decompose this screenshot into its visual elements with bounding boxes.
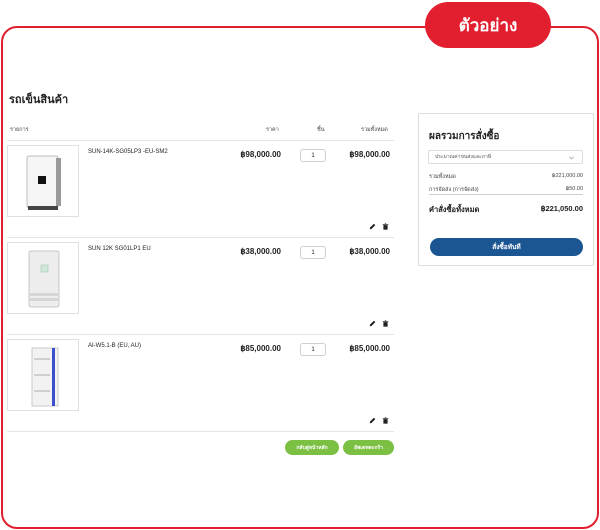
update-cart-button[interactable]: อัพเดทตะกร้า [343, 440, 394, 455]
inverter-gray-icon [28, 250, 60, 308]
summary-divider [429, 194, 583, 195]
product-image[interactable] [7, 339, 79, 411]
checkout-button[interactable]: สั่งซื้อทันที [430, 238, 583, 256]
edit-icon[interactable] [369, 223, 376, 230]
product-image[interactable] [7, 145, 79, 217]
cart-row: SUN 12K SG01LP1 EU ฿38,000.00 1 ฿38,000.… [7, 238, 394, 335]
back-to-home-button[interactable]: กลับสู่หน้าหลัก [285, 440, 339, 455]
subtotal-value: ฿221,000.00 [551, 173, 583, 179]
inverter-black-screen-icon [26, 155, 61, 210]
subtotal-label: รวมทั้งหมด [429, 174, 456, 180]
product-price: ฿85,000.00 [240, 344, 281, 353]
subtotal-row: รวมทั้งหมด ฿221,000.00 [429, 173, 583, 181]
product-total: ฿85,000.00 [349, 344, 390, 353]
cart-row: SUN-14K-SG05LP3 -EU-SM2 ฿98,000.00 1 ฿98… [7, 141, 394, 238]
shipping-value: ฿50.00 [565, 186, 583, 192]
grand-total-row: คำสั่งซื้อทั้งหมด ฿221,050.00 [429, 204, 583, 216]
summary-title: ผลรวมการสั่งซื้อ [429, 131, 500, 142]
product-price: ฿98,000.00 [240, 150, 281, 159]
product-price: ฿38,000.00 [240, 247, 281, 256]
product-total: ฿38,000.00 [349, 247, 390, 256]
grand-total-value: ฿221,050.00 [540, 204, 583, 213]
battery-rack-icon [31, 347, 59, 407]
product-name[interactable]: SUN 12K SG01LP1 EU [88, 246, 151, 252]
quantity-input[interactable]: 1 [300, 149, 326, 162]
edit-icon[interactable] [369, 417, 376, 424]
column-header-price: ราคา [266, 127, 279, 133]
trash-icon[interactable] [382, 223, 389, 230]
shipping-estimate-select[interactable]: ประมาณค่าขนส่งและภาษี [428, 150, 583, 164]
sample-badge-label: ตัวอย่าง [458, 15, 518, 36]
column-header-item: รายการ [10, 127, 29, 133]
shipping-row: การจัดส่ง (การจัดส่ง) ฿50.00 [429, 186, 583, 194]
trash-icon[interactable] [382, 320, 389, 327]
product-total: ฿98,000.00 [349, 150, 390, 159]
product-name[interactable]: SUN-14K-SG05LP3 -EU-SM2 [88, 149, 168, 155]
column-header-qty: ชิ้น [317, 127, 325, 133]
chevron-down-icon [569, 156, 574, 160]
order-summary-panel: ผลรวมการสั่งซื้อ ประมาณค่าขนส่งและภาษี ร… [418, 113, 594, 266]
shipping-label: การจัดส่ง (การจัดส่ง) [429, 187, 479, 193]
sample-badge: ตัวอย่าง [425, 2, 551, 48]
grand-total-label: คำสั่งซื้อทั้งหมด [429, 205, 480, 214]
quantity-input[interactable]: 1 [300, 343, 326, 356]
trash-icon[interactable] [382, 417, 389, 424]
product-name[interactable]: AI-W5.1-B (EU, AU) [88, 343, 141, 349]
column-header-total: รวมทั้งหมด [361, 127, 388, 133]
edit-icon[interactable] [369, 320, 376, 327]
page-title: รถเข็นสินค้า [9, 93, 69, 106]
quantity-input[interactable]: 1 [300, 246, 326, 259]
cart-row: AI-W5.1-B (EU, AU) ฿85,000.00 1 ฿85,000.… [7, 335, 394, 432]
shipping-estimate-label: ประมาณค่าขนส่งและภาษี [435, 154, 492, 160]
product-image[interactable] [7, 242, 79, 314]
